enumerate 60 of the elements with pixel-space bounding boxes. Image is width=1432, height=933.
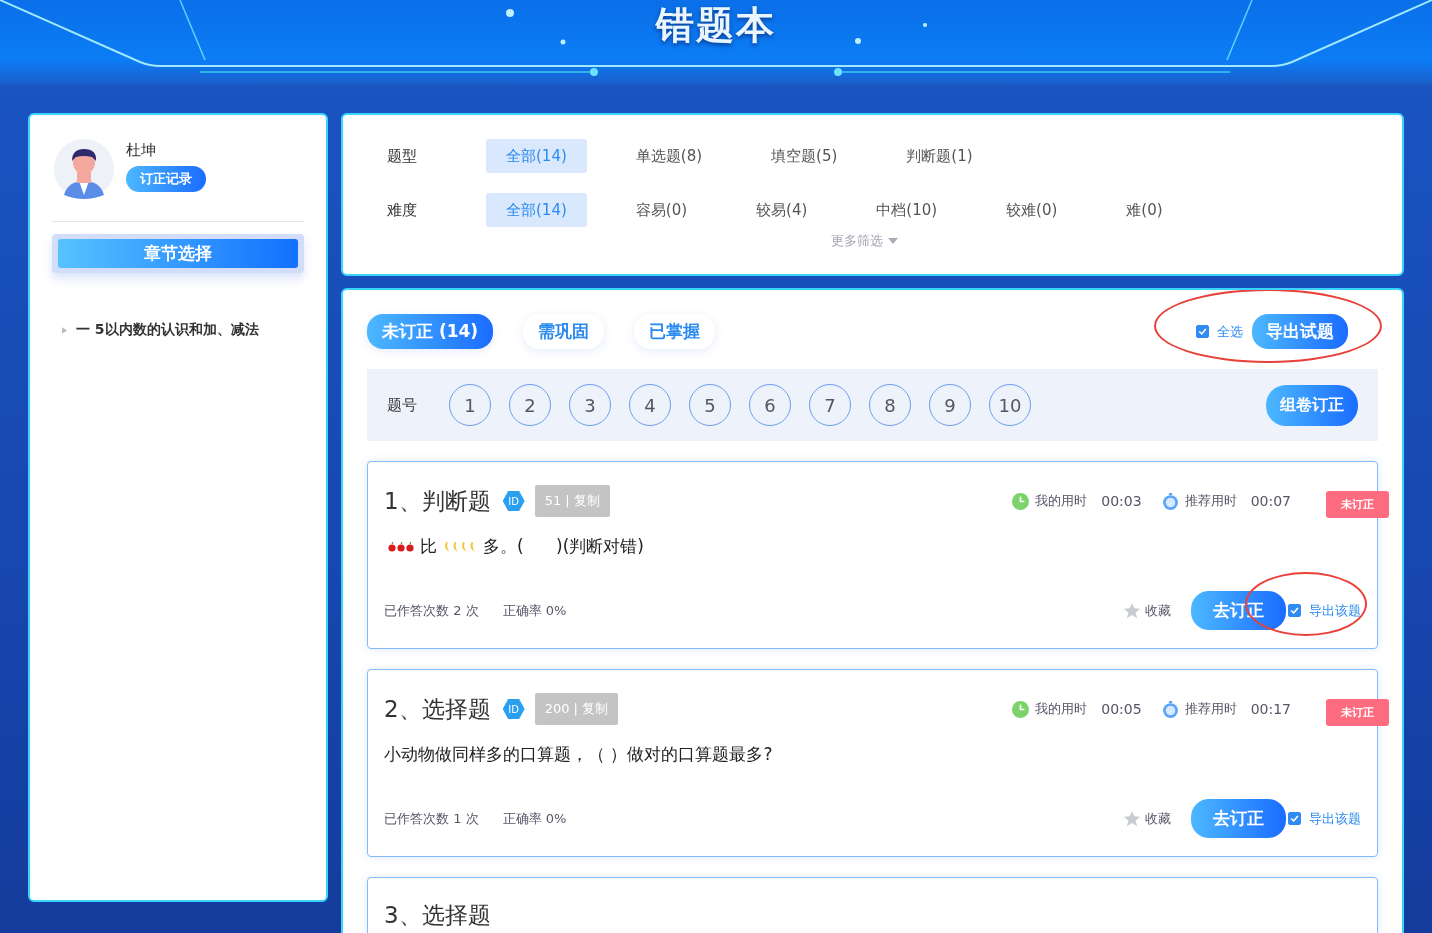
status-ribbon: 未订正 (1326, 491, 1389, 518)
stopwatch-icon (1161, 700, 1179, 718)
clock-icon (1012, 492, 1030, 510)
id-badge: ID (502, 490, 525, 512)
question-title: 2、选择题 (384, 694, 491, 724)
accuracy-rate: 正确率 0% (502, 601, 567, 620)
filter-option[interactable]: 难(0) (1106, 193, 1183, 227)
question-title: 3、选择题 (384, 902, 491, 928)
filter-option[interactable]: 容易(0) (615, 193, 708, 227)
export-question-checkbox[interactable]: 导出该题 (1288, 601, 1361, 620)
export-question-checkbox[interactable]: 导出该题 (1288, 809, 1361, 828)
time-label: 推荐用时 (1184, 492, 1237, 510)
filter-option[interactable]: 填空题(5) (751, 139, 858, 173)
star-icon (1123, 601, 1141, 620)
stopwatch-icon (1161, 492, 1179, 510)
time-label: 我的用时 (1035, 700, 1088, 718)
favorite-button[interactable]: 收藏 (1123, 601, 1171, 620)
time-label: 我的用时 (1035, 492, 1088, 510)
question-text: 比 (420, 535, 437, 558)
status-ribbon: 未订正 (1326, 699, 1389, 726)
correction-record-button[interactable]: 订正记录 (126, 165, 206, 192)
select-all-checkbox[interactable]: 全选 (1196, 322, 1243, 341)
caret-down-icon (888, 238, 898, 244)
filter-option[interactable]: 判断题(1) (886, 139, 993, 173)
question-title: 1、判断题 (384, 486, 491, 516)
filter-option[interactable]: 较易(4) (736, 193, 828, 227)
page-title: 错题本 (656, 2, 776, 48)
clock-icon (1012, 700, 1030, 718)
id-badge: ID (502, 698, 525, 720)
time-value: 00:05 (1101, 701, 1142, 717)
compose-paper-button[interactable]: 组卷订正 (1266, 384, 1358, 426)
filter-option[interactable]: 较难(0) (986, 193, 1078, 227)
time-value: 00:03 (1101, 493, 1142, 509)
filter-option[interactable]: 单选题(8) (615, 139, 723, 173)
checkbox[interactable] (1196, 325, 1209, 338)
avatar-icon (54, 139, 114, 199)
attempt-count: 已作答次数 1 次 (384, 809, 479, 828)
filter-label: 难度 (387, 200, 418, 220)
chapter-label: 一 5以内数的认识和加、减法 (76, 321, 259, 339)
number-label: 题号 (387, 395, 418, 415)
time-value: 00:07 (1250, 493, 1291, 509)
export-questions-button[interactable]: 导出试题 (1252, 314, 1348, 349)
attempt-count: 已作答次数 2 次 (384, 601, 479, 620)
status-tab[interactable]: 需巩固 (523, 314, 605, 349)
time-value: 00:17 (1250, 701, 1291, 717)
apple-icon (388, 541, 414, 552)
time-label: 推荐用时 (1184, 700, 1237, 718)
favorite-button[interactable]: 收藏 (1123, 809, 1171, 828)
banana-icon (443, 540, 477, 553)
chapter-item[interactable]: 一 5以内数的认识和加、减法 (52, 321, 304, 339)
accuracy-rate: 正确率 0% (502, 809, 567, 828)
question-text: 多。( )(判断对错) (483, 535, 644, 558)
star-icon (1123, 809, 1141, 828)
filter-label: 题型 (387, 146, 418, 166)
question-text: 小动物做同样多的口算题，（ ）做对的口算题最多? (384, 743, 773, 766)
status-tab[interactable]: 已掌握 (634, 314, 716, 349)
checkbox[interactable] (1288, 604, 1301, 617)
user-name: 杜坤 (126, 140, 156, 160)
filter-option[interactable]: 中档(10) (856, 193, 958, 227)
checkbox[interactable] (1288, 812, 1301, 825)
